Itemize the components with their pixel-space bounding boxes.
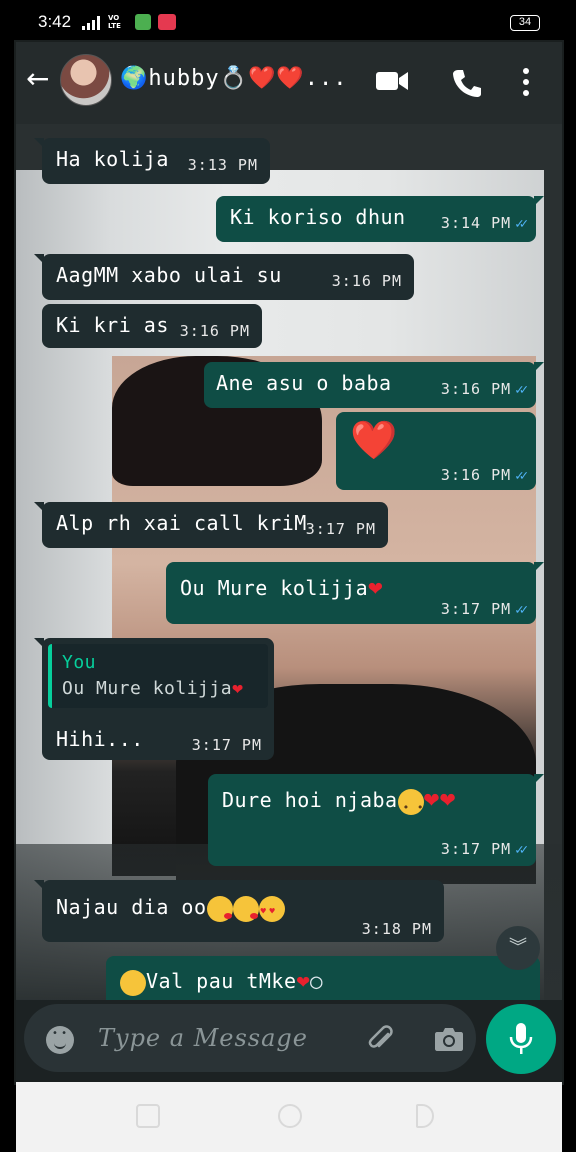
- message-bubble[interactable]: Ha kolija 3:13 PM: [34, 138, 270, 184]
- heart-emoji-icon: ❤: [232, 678, 244, 699]
- back-arrow-icon[interactable]: ←: [26, 64, 49, 94]
- read-ticks-icon: ✓✓: [515, 602, 528, 618]
- message-bubble[interactable]: ❤️ 3:16 PM ✓✓: [336, 412, 536, 490]
- camera-icon[interactable]: [434, 1026, 464, 1052]
- kiss-face-emoji-icon: [206, 895, 233, 922]
- message-bubble[interactable]: Ki kri as 3:16 PM: [42, 304, 262, 348]
- message-text: Ki kri as: [56, 313, 169, 337]
- message-text: Ou Mure kolijja: [180, 576, 369, 600]
- message-time: 3:16 PM: [179, 322, 250, 340]
- heart-eyes-emoji-icon: [258, 895, 285, 925]
- message-text: Val pau tMke: [146, 969, 297, 993]
- read-ticks-icon: ✓✓: [515, 216, 528, 232]
- message-text: AagMM xabo ulai su: [56, 263, 282, 287]
- message-bubble[interactable]: AagMM xabo ulai su 3:16 PM: [34, 254, 414, 300]
- message-bubble[interactable]: Najau dia oo 3:18 PM: [34, 880, 444, 942]
- message-bubble[interactable]: You Ou Mure kolijja❤ Hihi... 3:17 PM: [34, 638, 274, 760]
- attach-icon[interactable]: [366, 1024, 396, 1054]
- emoji-icon[interactable]: [46, 1026, 74, 1054]
- chevron-down-icon: ︾: [509, 937, 527, 958]
- more-menu-icon[interactable]: [520, 66, 532, 98]
- contact-name[interactable]: 🌍hubby💍❤️❤️...: [120, 66, 348, 91]
- video-call-icon[interactable]: [376, 70, 408, 92]
- message-input[interactable]: Type a Message: [98, 1024, 308, 1052]
- message-time: 3:17 PM: [191, 736, 262, 754]
- notification-app-icon: [135, 14, 151, 30]
- message-time: 3:16 PM ✓✓: [440, 376, 528, 403]
- scroll-down-button[interactable]: ︾: [496, 926, 540, 970]
- message-composer: Type a Message: [16, 1000, 562, 1080]
- heart-emoji-icon: ❤❤: [423, 784, 456, 814]
- message-time: 3:17 PM ✓✓: [440, 596, 528, 623]
- message-time: 3:17 PM ✓✓: [440, 836, 528, 863]
- message-time: 3:13 PM: [187, 156, 258, 174]
- message-input-container[interactable]: Type a Message: [24, 1004, 476, 1072]
- nav-home-icon[interactable]: [278, 1104, 302, 1128]
- ring-emoji-icon: ◯: [310, 969, 323, 993]
- kiss-face-emoji-icon: [232, 895, 259, 922]
- mic-button[interactable]: [486, 1004, 556, 1074]
- status-time: 3:42: [38, 12, 72, 31]
- nav-back-icon[interactable]: [416, 1104, 434, 1128]
- message-bubble[interactable]: Ane asu o baba 3:16 PM ✓✓: [204, 362, 544, 408]
- message-bubble[interactable]: Alp rh xai call kriM 3:17 PM: [34, 502, 388, 548]
- message-text: Ane asu o baba: [216, 371, 392, 395]
- voice-call-icon[interactable]: [452, 68, 482, 98]
- read-ticks-icon: ✓✓: [515, 842, 528, 858]
- reply-quote-text: Ou Mure kolijja❤: [62, 676, 258, 702]
- notification-recorder-icon: [158, 14, 176, 30]
- message-time: 3:16 PM: [331, 272, 402, 290]
- message-text: Ki koriso dhun: [230, 205, 406, 229]
- avatar[interactable]: [60, 54, 112, 106]
- volte-label: VO LTE: [108, 14, 121, 30]
- message-bubble[interactable]: Ki koriso dhun 3:14 PM ✓✓: [216, 196, 544, 242]
- nav-menu-icon[interactable]: [136, 1104, 160, 1128]
- chat-area[interactable]: Ha kolija 3:13 PM Ki koriso dhun 3:14 PM…: [16, 124, 562, 1000]
- message-time-label: 3:17 PM: [440, 840, 512, 858]
- message-text: ❤️: [350, 418, 398, 462]
- signal-icon: [82, 16, 104, 30]
- message-text: Alp rh xai call kriM: [56, 511, 307, 535]
- mic-icon: [509, 1023, 533, 1054]
- reply-quote-label: Ou Mure kolijja: [62, 678, 233, 699]
- message-time-label: 3:14 PM: [440, 214, 512, 232]
- message-time: 3:18 PM: [361, 920, 432, 938]
- message-time: 3:17 PM: [305, 520, 376, 538]
- heart-emoji-icon: ❤: [368, 573, 384, 601]
- reply-quote[interactable]: You Ou Mure kolijja❤: [48, 644, 268, 708]
- system-nav-bar: [16, 1082, 562, 1152]
- reply-quote-author: You: [62, 652, 97, 673]
- message-time: 3:14 PM ✓✓: [440, 210, 528, 237]
- message-time: 3:16 PM ✓✓: [440, 462, 528, 489]
- read-ticks-icon: ✓✓: [515, 468, 528, 484]
- read-ticks-icon: ✓✓: [515, 382, 528, 398]
- message-text: Dure hoi njaba: [222, 788, 398, 812]
- message-text: Najau dia oo: [56, 895, 207, 919]
- chat-header: ← 🌍hubby💍❤️❤️...: [16, 42, 562, 124]
- message-text: Ha kolija: [56, 147, 169, 171]
- message-time-label: 3:17 PM: [440, 600, 512, 618]
- status-bar: 3:42 VO LTE 34: [0, 0, 576, 44]
- pleading-face-emoji-icon: [397, 788, 424, 821]
- message-bubble[interactable]: Dure hoi njaba ❤❤ 3:17 PM✓✓: [208, 774, 544, 866]
- battery-icon: 34: [510, 15, 540, 31]
- heart-emoji-icon: ❤: [296, 969, 311, 994]
- message-time-label: 3:16 PM: [440, 466, 512, 484]
- message-time-label: 3:16 PM: [440, 380, 512, 398]
- smirk-face-emoji-icon: [120, 969, 146, 996]
- message-bubble[interactable]: Val pau tMke❤◯: [106, 956, 540, 1000]
- message-text: Hihi...: [56, 727, 144, 751]
- message-bubble[interactable]: Ou Mure kolijja❤ 3:17 PM ✓✓: [166, 562, 544, 624]
